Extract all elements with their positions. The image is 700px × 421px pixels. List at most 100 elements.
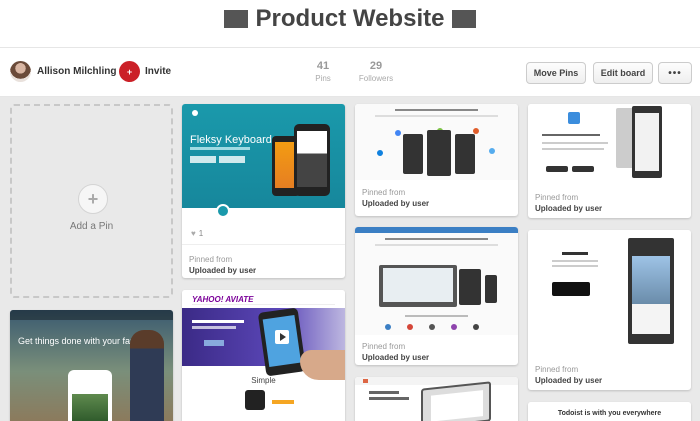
app-store-badge bbox=[546, 166, 568, 172]
service-icon bbox=[429, 324, 435, 330]
add-pin-card[interactable]: + Add a Pin bbox=[10, 104, 173, 298]
site-nav bbox=[192, 304, 335, 305]
followers-stat[interactable]: 29 Followers bbox=[356, 60, 396, 83]
supports-line bbox=[405, 315, 468, 317]
pin-card-fleksy[interactable]: Fleksy Keyboard ♥ 1 Pinned from Uploaded … bbox=[182, 104, 345, 278]
invite-link[interactable]: Invite bbox=[145, 66, 171, 77]
pin-meta: Pinned from Uploaded by user bbox=[362, 187, 429, 209]
pin-meta: Pinned from Uploaded by user bbox=[535, 364, 602, 386]
store-badge bbox=[190, 156, 216, 163]
plus-icon: + bbox=[78, 184, 108, 214]
phone-mockup bbox=[245, 390, 265, 410]
pin-image[interactable] bbox=[528, 230, 691, 356]
pinned-from: Pinned from bbox=[535, 365, 579, 374]
more-options-button[interactable]: ••• bbox=[658, 62, 692, 84]
pin-card-todo-photo[interactable]: Get things done with your family bbox=[10, 310, 173, 421]
like-control[interactable]: ♥ 1 bbox=[191, 229, 203, 238]
google-play-badge bbox=[552, 282, 590, 296]
uploaded-by[interactable]: Uploaded by user bbox=[189, 265, 256, 276]
pinned-from: Pinned from bbox=[362, 342, 406, 351]
aviate-brand: YAHOO! AVIATE bbox=[192, 295, 254, 304]
add-pin-label: Add a Pin bbox=[69, 221, 114, 232]
footer-strip bbox=[182, 208, 345, 220]
heading-line bbox=[395, 109, 478, 111]
pin-image[interactable] bbox=[355, 104, 518, 180]
phone-mockup bbox=[427, 130, 451, 176]
phone-screen bbox=[632, 304, 670, 334]
site-nav bbox=[355, 377, 518, 385]
pinned-from: Pinned from bbox=[535, 193, 579, 202]
move-pins-button[interactable]: Move Pins bbox=[526, 62, 586, 84]
headline-line bbox=[369, 391, 399, 394]
board-title-text: Product Website bbox=[255, 5, 445, 32]
board-header: Allison Milchling + Invite 41 Pins 29 Fo… bbox=[0, 47, 700, 97]
invite-icon[interactable]: + bbox=[119, 61, 140, 82]
text-line bbox=[375, 115, 498, 117]
text-line bbox=[542, 148, 604, 150]
uploaded-by[interactable]: Uploaded by user bbox=[535, 203, 602, 214]
edit-board-button[interactable]: Edit board bbox=[593, 62, 653, 84]
uploaded-by[interactable]: Uploaded by user bbox=[362, 198, 429, 209]
pinned-from: Pinned from bbox=[189, 255, 233, 264]
text-line bbox=[542, 142, 608, 144]
text-line bbox=[552, 265, 598, 267]
heading-line bbox=[385, 238, 488, 240]
pin-card-todoist-premium[interactable] bbox=[355, 377, 518, 421]
uploaded-by[interactable]: Uploaded by user bbox=[535, 375, 602, 386]
pin-title: Fleksy Keyboard bbox=[190, 134, 272, 146]
todoist-logo-icon bbox=[363, 379, 368, 383]
pin-image[interactable]: Get things done with your family bbox=[10, 310, 173, 421]
board-title: Product Website bbox=[223, 5, 477, 33]
phone-mockup bbox=[68, 370, 112, 421]
pin-card-aviate[interactable]: YAHOO! AVIATE Simple bbox=[182, 290, 345, 421]
site-nav bbox=[10, 310, 173, 320]
heading-line bbox=[542, 134, 600, 136]
followers-count: 29 bbox=[369, 60, 383, 72]
pins-stat[interactable]: 41 Pins bbox=[308, 60, 338, 83]
phone-mockup bbox=[403, 134, 423, 174]
store-badge bbox=[219, 156, 245, 163]
headline-line bbox=[369, 397, 409, 400]
pin-card-smarter-calendar[interactable]: Pinned from Uploaded by user bbox=[528, 104, 691, 218]
pin-image[interactable] bbox=[528, 104, 691, 184]
pin-image[interactable]: Fleksy Keyboard bbox=[182, 104, 345, 220]
pin-image[interactable]: YAHOO! AVIATE Simple bbox=[182, 290, 345, 410]
calendar-icon bbox=[568, 112, 580, 124]
fleksy-logo-icon bbox=[192, 110, 198, 116]
pin-meta: Pinned from Uploaded by user bbox=[535, 192, 602, 214]
service-icon bbox=[451, 324, 457, 330]
pin-caption: Simple bbox=[251, 376, 276, 385]
phone-mockup bbox=[294, 124, 330, 196]
tablet-mockup bbox=[459, 269, 481, 305]
pin-card-get-it-now[interactable]: Pinned from Uploaded by user bbox=[528, 230, 691, 390]
dropbox-icon bbox=[377, 150, 383, 156]
pin-card-connect-services[interactable]: Pinned from Uploaded by user bbox=[355, 104, 518, 216]
pin-tagline: Get things done with your family bbox=[18, 336, 147, 346]
pin-meta: Pinned from Uploaded by user bbox=[189, 254, 256, 276]
service-icon bbox=[473, 324, 479, 330]
pinned-from: Pinned from bbox=[362, 188, 406, 197]
phone-mockup bbox=[455, 134, 475, 174]
phone-screen bbox=[635, 113, 659, 171]
phone-screen bbox=[632, 256, 670, 304]
pin-heading: Todoist is with you everywhere bbox=[557, 410, 662, 417]
pin-image[interactable] bbox=[355, 377, 518, 421]
box-icon bbox=[473, 128, 479, 134]
twitter-icon bbox=[489, 148, 495, 154]
uploaded-by[interactable]: Uploaded by user bbox=[362, 352, 429, 363]
heart-icon[interactable]: ♥ bbox=[191, 229, 196, 238]
pin-grid: + Add a Pin Get things done with your fa… bbox=[0, 97, 700, 421]
pin-card-mobile-productivity[interactable]: Pinned from Uploaded by user bbox=[355, 227, 518, 365]
pin-card-everywhere[interactable]: Todoist is with you everywhere bbox=[528, 402, 691, 421]
pin-image[interactable] bbox=[355, 227, 518, 335]
pins-count: 41 bbox=[316, 60, 330, 72]
owner-name[interactable]: Allison Milchling bbox=[37, 66, 116, 77]
owner-avatar[interactable] bbox=[10, 61, 31, 82]
title-left-block bbox=[223, 10, 248, 28]
board-title-bar: Product Website bbox=[0, 0, 700, 44]
person-photo bbox=[130, 330, 164, 421]
rating-stars-icon bbox=[272, 400, 294, 404]
gmail-icon bbox=[407, 324, 413, 330]
laptop-mockup bbox=[421, 381, 491, 421]
pin-image[interactable]: Todoist is with you everywhere bbox=[528, 402, 691, 421]
